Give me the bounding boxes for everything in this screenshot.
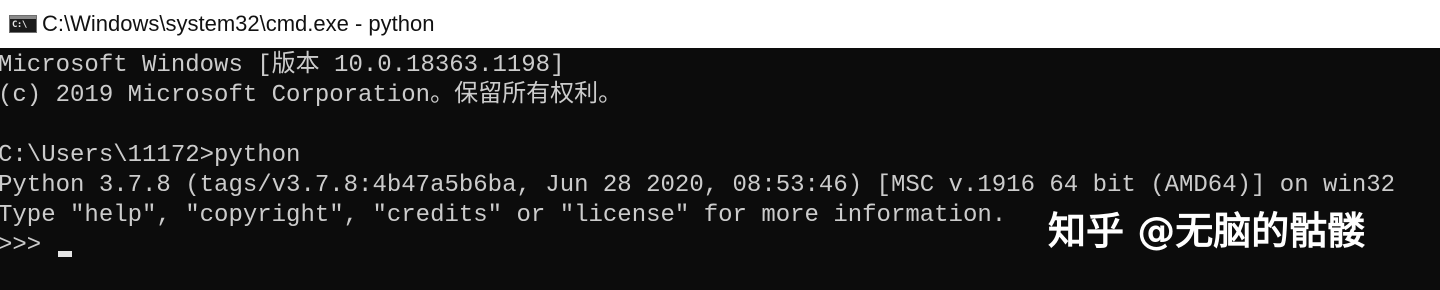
title-bar[interactable]: C:\ C:\Windows\system32\cmd.exe - python: [0, 0, 1440, 48]
console-line-version: Microsoft Windows [版本 10.0.18363.1198]: [0, 52, 565, 79]
cmd-console-icon[interactable]: C:\: [9, 15, 37, 33]
cmd-icon-label: C:\: [12, 20, 27, 30]
window-title: C:\Windows\system32\cmd.exe - python: [42, 11, 435, 36]
cmd-window: C:\ C:\Windows\system32\cmd.exe - python…: [0, 0, 1440, 290]
python-prompt: >>>: [0, 232, 56, 259]
zhihu-watermark: 知乎 @无脑的骷髅: [1048, 209, 1366, 253]
console-line-prompt[interactable]: >>>: [0, 231, 72, 261]
console-line-python-banner: Python 3.7.8 (tags/v3.7.8:4b47a5b6ba, Ju…: [0, 172, 1396, 199]
console-line-copyright: (c) 2019 Microsoft Corporation。保留所有权利。: [0, 82, 623, 109]
console-line-command: C:\Users\11172>python: [0, 142, 301, 169]
text-cursor: [57, 251, 72, 257]
console-line-help-hint: Type "help", "copyright", "credits" or "…: [0, 202, 1007, 229]
cmd-icon-bar: [10, 16, 36, 19]
